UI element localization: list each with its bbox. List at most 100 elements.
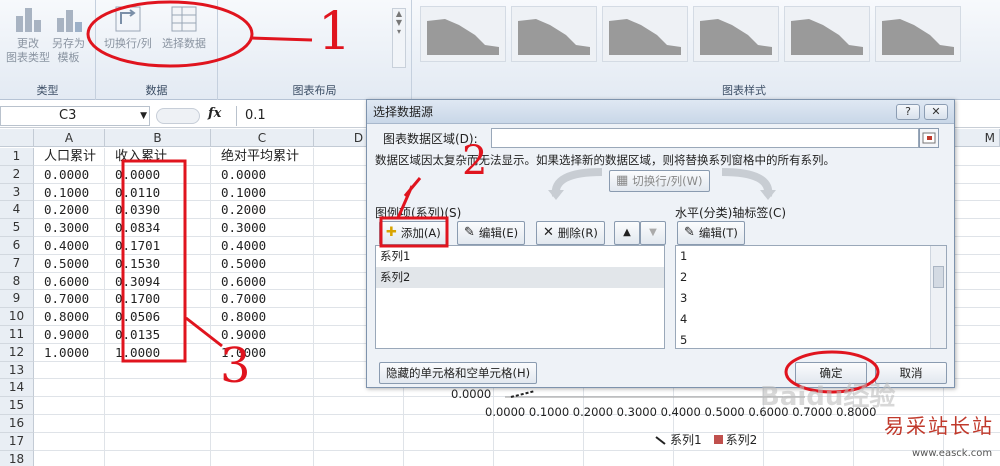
axis-label-item[interactable]: 5 (676, 330, 946, 351)
cell[interactable]: 收入累计 (105, 148, 211, 166)
cell[interactable] (34, 450, 105, 466)
cell[interactable] (314, 432, 404, 451)
change-chart-type-button[interactable]: 更改 图表类型 (6, 4, 50, 65)
cell[interactable] (34, 361, 105, 380)
cell[interactable]: 0.1000 (211, 183, 314, 202)
cell[interactable] (34, 379, 105, 398)
series-item-2[interactable]: 系列2 (376, 267, 664, 288)
cell[interactable]: 0.8000 (211, 308, 314, 326)
cell[interactable]: 0.2000 (34, 201, 105, 220)
cell[interactable]: 人口累计 (34, 148, 105, 166)
move-up-button[interactable]: ▲ (614, 221, 640, 245)
chart-style-thumb-6[interactable] (875, 6, 961, 62)
select-data-button[interactable]: 选择数据 (162, 4, 206, 51)
axis-label-item[interactable]: 4 (676, 309, 946, 330)
cell[interactable]: 0.1530 (105, 254, 211, 273)
cell[interactable] (34, 397, 105, 415)
row-header[interactable]: 3 (0, 183, 34, 202)
chart-style-thumb-5[interactable] (784, 6, 870, 62)
cell[interactable]: 0.8000 (34, 308, 105, 326)
help-button[interactable]: ? (896, 104, 920, 120)
cell[interactable]: 0.0110 (105, 183, 211, 202)
name-box[interactable]: C3 ▼ (0, 106, 150, 126)
axis-list-scrollbar[interactable] (930, 246, 946, 348)
cell[interactable]: 0.5000 (211, 254, 314, 273)
cell[interactable]: 0.0000 (211, 165, 314, 184)
chevron-down-icon[interactable]: ▼ (140, 107, 147, 125)
row-header[interactable]: 14 (0, 379, 34, 398)
cell[interactable]: 0.5000 (34, 254, 105, 273)
cell[interactable]: 0.7000 (34, 290, 105, 309)
edit-series-button[interactable]: ✎ 编辑(E) (457, 221, 526, 245)
cell[interactable]: 0.6000 (34, 272, 105, 291)
series-item-1[interactable]: 系列1 (376, 246, 664, 267)
range-collapse-button[interactable] (919, 128, 939, 148)
chart-style-thumb-2[interactable] (511, 6, 597, 62)
row-header[interactable]: 8 (0, 272, 34, 291)
cell[interactable]: 0.3000 (34, 219, 105, 237)
cell[interactable]: 0.4000 (211, 237, 314, 255)
cell[interactable]: 0.0000 (34, 165, 105, 184)
cell[interactable]: 0.0000 (105, 165, 211, 184)
cancel-button[interactable]: 取消 (875, 362, 947, 384)
cell[interactable]: 0.1700 (105, 290, 211, 309)
cell[interactable] (211, 361, 314, 380)
row-header[interactable]: 15 (0, 397, 34, 415)
axis-label-item[interactable]: 1 (676, 246, 946, 267)
row-header[interactable]: 1 (0, 148, 34, 166)
column-header-c[interactable]: C (211, 129, 314, 147)
cell[interactable] (105, 397, 211, 415)
save-as-template-button[interactable]: 另存为 模板 (52, 4, 85, 65)
edit-axis-labels-button[interactable]: ✎ 编辑(T) (677, 221, 745, 245)
cell[interactable]: 0.7000 (211, 290, 314, 309)
cell[interactable]: 0.0390 (105, 201, 211, 220)
cell[interactable]: 1.0000 (105, 343, 211, 362)
row-header[interactable]: 11 (0, 326, 34, 344)
hidden-empty-cells-button[interactable]: 隐藏的单元格和空单元格(H) (379, 362, 538, 384)
cell[interactable] (105, 379, 211, 398)
row-header[interactable]: 9 (0, 290, 34, 309)
add-series-button[interactable]: ✚ 添加(A) (379, 221, 448, 245)
scrollbar-thumb[interactable] (933, 266, 944, 288)
cell[interactable]: 0.2000 (211, 201, 314, 220)
switch-row-column-button[interactable]: 切换行/列 (104, 4, 152, 51)
cell[interactable] (211, 432, 314, 451)
cell[interactable]: 0.9000 (34, 326, 105, 344)
close-button[interactable]: ✕ (924, 104, 948, 120)
row-header[interactable]: 16 (0, 415, 34, 433)
cell[interactable]: 0.0506 (105, 308, 211, 326)
cell[interactable]: 0.9000 (211, 326, 314, 344)
row-header[interactable]: 18 (0, 450, 34, 466)
cell[interactable]: 0.3000 (211, 219, 314, 237)
row-header[interactable]: 13 (0, 361, 34, 380)
cell[interactable]: 0.1000 (34, 183, 105, 202)
cell[interactable] (105, 450, 211, 466)
layout-gallery-scroll[interactable]: ▲ ▼ ▾ (392, 8, 406, 68)
fx-icon[interactable]: fx (208, 106, 221, 121)
chart-style-thumb-4[interactable] (693, 6, 779, 62)
ok-button[interactable]: 确定 (795, 362, 867, 384)
cell[interactable]: 0.3094 (105, 272, 211, 291)
cell[interactable]: 0.0834 (105, 219, 211, 237)
row-header[interactable]: 17 (0, 432, 34, 451)
cell[interactable] (211, 450, 314, 466)
cell[interactable] (34, 432, 105, 451)
axis-label-item[interactable]: 3 (676, 288, 946, 309)
cell[interactable] (211, 415, 314, 433)
cell[interactable]: 0.4000 (34, 237, 105, 255)
cell[interactable] (105, 432, 211, 451)
cell[interactable] (314, 415, 404, 433)
column-header-m[interactable]: M (955, 129, 1000, 147)
row-header[interactable]: 4 (0, 201, 34, 220)
chart-style-thumb-1[interactable] (420, 6, 506, 62)
column-header-b[interactable]: B (105, 129, 211, 147)
row-header[interactable]: 12 (0, 343, 34, 362)
select-all-corner[interactable] (0, 129, 34, 147)
cell[interactable]: 1.0000 (34, 343, 105, 362)
range-input[interactable] (491, 128, 919, 148)
row-header[interactable]: 7 (0, 254, 34, 273)
cell[interactable] (211, 397, 314, 415)
row-header[interactable]: 2 (0, 165, 34, 184)
row-header[interactable]: 5 (0, 219, 34, 237)
cell[interactable]: 0.0135 (105, 326, 211, 344)
